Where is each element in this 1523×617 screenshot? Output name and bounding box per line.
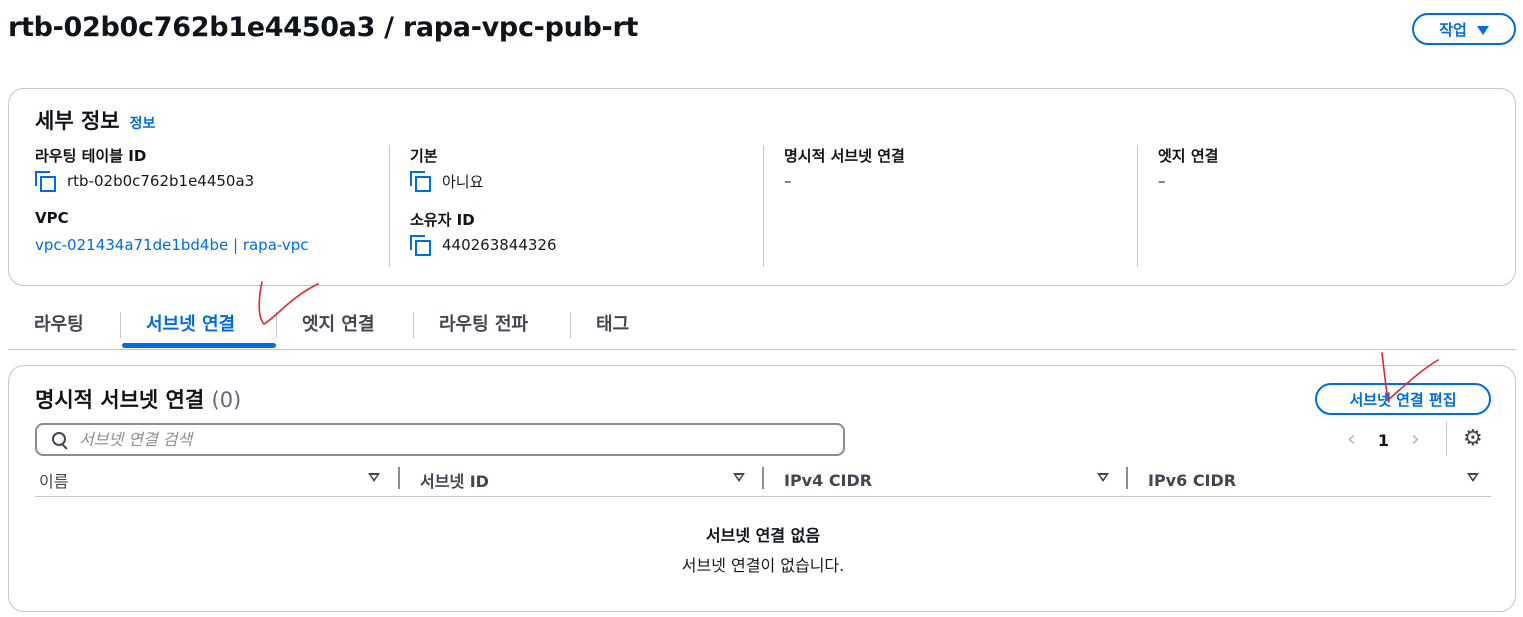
details-col-4: 엣지 연결 – (1137, 145, 1497, 267)
actions-label: 작업 (1439, 20, 1467, 39)
main-label: 기본 (410, 147, 438, 165)
tab-divider (570, 312, 571, 338)
details-title: 세부 정보 (35, 109, 120, 133)
chevron-right-icon[interactable]: › (1411, 429, 1420, 451)
vpc-label: VPC (35, 209, 69, 227)
tab-divider (413, 312, 414, 338)
page-number[interactable]: 1 (1378, 431, 1389, 450)
route-table-id-value: rtb-02b0c762b1e4450a3 (67, 172, 255, 190)
tab-routes[interactable]: 라우팅 (34, 310, 84, 340)
sort-down-icon[interactable] (1467, 473, 1479, 482)
details-col-2: 기본 아니요 소유자 ID 440263844326 (389, 145, 763, 267)
actions-dropdown-button[interactable]: 작업 (1412, 13, 1516, 45)
copy-icon[interactable] (35, 171, 56, 192)
details-col-1: 라우팅 테이블 ID rtb-02b0c762b1e4450a3 VPC vpc… (35, 145, 389, 267)
empty-state-description: 서브넷 연결이 없습니다. (681, 556, 845, 575)
pagination: ‹ 1 › (1347, 426, 1420, 454)
owner-id-label: 소유자 ID (410, 211, 475, 229)
search-box[interactable] (35, 423, 845, 456)
copy-icon[interactable] (410, 171, 431, 192)
associations-count: (0) (211, 388, 242, 412)
search-input[interactable] (79, 430, 819, 449)
column-divider[interactable] (1126, 467, 1128, 489)
tab-bar: 라우팅 서브넷 연결 엣지 연결 라우팅 전파 태그 (8, 300, 1516, 350)
owner-id-value: 440263844326 (442, 236, 557, 254)
tab-edge-associations[interactable]: 엣지 연결 (302, 310, 375, 340)
details-panel: 세부 정보 정보 라우팅 테이블 ID rtb-02b0c762b1e4450a… (8, 88, 1516, 286)
sort-down-icon[interactable] (368, 473, 380, 482)
column-header-ipv6-cidr[interactable]: IPv6 CIDR (1148, 467, 1236, 493)
explicit-subnet-label: 명시적 서브넷 연결 (784, 147, 905, 165)
caret-down-icon (1476, 25, 1489, 35)
edge-assoc-value: – (1158, 172, 1166, 190)
tab-tags[interactable]: 태그 (596, 310, 629, 340)
chevron-left-icon[interactable]: ‹ (1347, 429, 1356, 451)
search-icon (51, 431, 69, 449)
tab-divider (120, 312, 121, 338)
table-header: 이름 서브넷 ID IPv4 CIDR IPv6 CIDR (35, 463, 1491, 497)
info-link[interactable]: 정보 (130, 113, 156, 133)
main-value: 아니요 (442, 172, 484, 191)
associations-title: 명시적 서브넷 연결 (35, 388, 205, 412)
active-tab-indicator (122, 343, 276, 348)
pager-divider (1446, 422, 1447, 456)
subnet-associations-panel: 명시적 서브넷 연결 (0) 서브넷 연결 편집 ‹ 1 › ⚙ 이름 서브넷 … (8, 365, 1516, 612)
column-header-ipv4-cidr[interactable]: IPv4 CIDR (784, 467, 872, 493)
empty-state-title: 서브넷 연결 없음 (705, 526, 821, 545)
column-header-subnet-id[interactable]: 서브넷 ID (420, 467, 489, 493)
sort-down-icon[interactable] (733, 473, 745, 482)
tab-subnet-associations[interactable]: 서브넷 연결 (146, 310, 235, 340)
edit-subnet-associations-button[interactable]: 서브넷 연결 편집 (1315, 383, 1491, 415)
route-table-id-label: 라우팅 테이블 ID (35, 147, 147, 165)
vpc-link[interactable]: vpc-021434a71de1bd4be | rapa-vpc (35, 231, 389, 259)
gear-icon[interactable]: ⚙ (1463, 428, 1483, 450)
explicit-subnet-value: – (784, 172, 792, 190)
column-header-name[interactable]: 이름 (39, 467, 68, 493)
page-title: rtb-02b0c762b1e4450a3 / rapa-vpc-pub-rt (8, 12, 639, 43)
tab-divider (276, 312, 277, 338)
edge-assoc-label: 엣지 연결 (1158, 147, 1219, 165)
copy-icon[interactable] (410, 235, 431, 256)
sort-down-icon[interactable] (1097, 473, 1109, 482)
tab-route-propagation[interactable]: 라우팅 전파 (439, 310, 528, 340)
details-col-3: 명시적 서브넷 연결 – (763, 145, 1137, 267)
column-divider[interactable] (762, 467, 764, 489)
associations-heading: 명시적 서브넷 연결 (0) (35, 384, 241, 414)
column-divider[interactable] (398, 467, 400, 489)
